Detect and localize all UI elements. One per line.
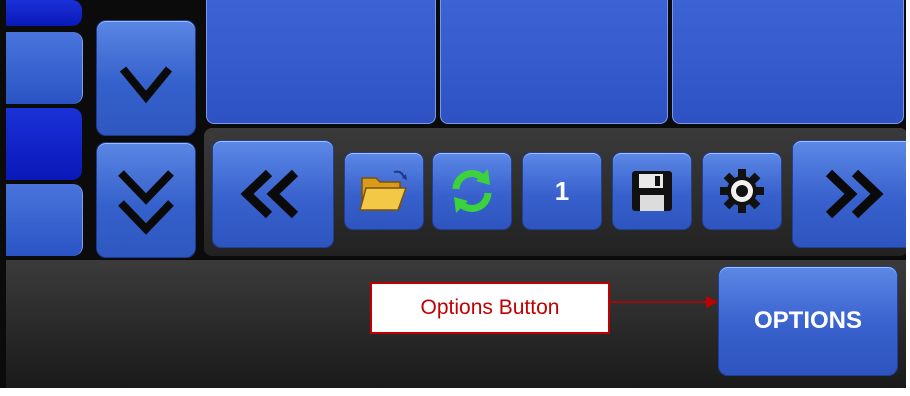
- refresh-button[interactable]: [432, 152, 512, 230]
- app-screen: 1 OPTIONS Options Button: [0, 0, 910, 396]
- edge-tile-2[interactable]: [6, 32, 83, 104]
- open-file-button[interactable]: [344, 152, 424, 230]
- refresh-icon: [452, 169, 492, 213]
- annotation-callout-text: Options Button: [420, 296, 560, 319]
- annotation-callout: Options Button: [370, 282, 610, 334]
- chevron-down-icon: [119, 66, 173, 104]
- save-button[interactable]: [612, 152, 692, 230]
- previous-page-button[interactable]: [212, 140, 334, 248]
- annotation-arrow: [610, 296, 718, 308]
- next-page-button[interactable]: [792, 140, 908, 248]
- page-number-label: 1: [554, 175, 570, 206]
- options-button-label: OPTIONS: [753, 307, 862, 334]
- right-margin: [906, 0, 910, 396]
- scroll-down-button[interactable]: [96, 20, 196, 136]
- bottom-margin: [0, 388, 910, 396]
- folder-open-icon: [359, 170, 408, 211]
- grid-cell-3[interactable]: [672, 0, 904, 124]
- floppy-disk-icon: [632, 171, 672, 211]
- options-button[interactable]: OPTIONS: [718, 266, 898, 376]
- edge-tile-1[interactable]: [6, 0, 82, 26]
- scroll-page-down-button[interactable]: [96, 142, 196, 258]
- double-chevron-down-icon: [118, 170, 174, 235]
- grid-cell-1[interactable]: [206, 0, 436, 124]
- gear-icon: [720, 169, 764, 213]
- settings-button[interactable]: [702, 152, 782, 230]
- page-number-button[interactable]: 1: [522, 152, 602, 230]
- edge-tile-4[interactable]: [6, 184, 83, 256]
- double-chevron-left-icon: [240, 169, 299, 219]
- edge-tile-3[interactable]: [6, 108, 82, 180]
- grid-cell-2[interactable]: [440, 0, 668, 124]
- double-chevron-right-icon: [825, 169, 884, 219]
